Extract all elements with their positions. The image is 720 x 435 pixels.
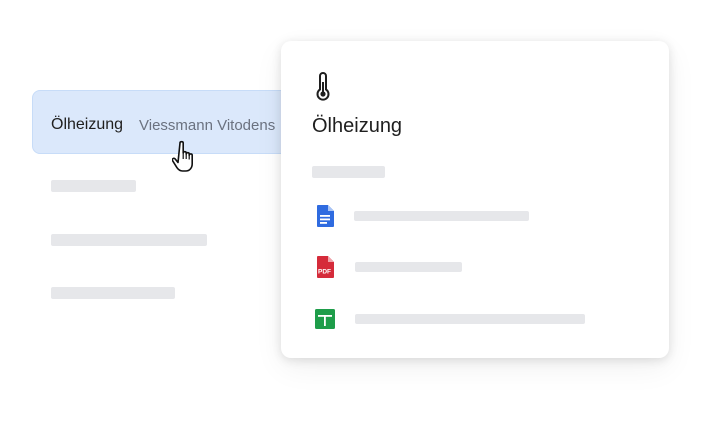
thermometer-icon <box>316 72 330 101</box>
list-item-placeholder[interactable] <box>51 287 175 299</box>
list-item-subtitle: Viessmann Vitodens <box>139 117 276 134</box>
list-item-placeholder[interactable] <box>51 180 136 192</box>
pdf-icon-label: PDF <box>318 269 331 276</box>
section-header-placeholder <box>312 166 385 178</box>
detail-card: Ölheizung PDF <box>281 41 669 358</box>
file-name-placeholder <box>354 211 529 221</box>
google-sheets-icon <box>315 309 335 329</box>
pdf-icon: PDF <box>317 256 334 278</box>
google-docs-icon <box>317 205 334 227</box>
hand-pointer-cursor-icon <box>172 140 193 172</box>
file-name-placeholder <box>355 314 585 324</box>
file-row-sheet[interactable] <box>313 307 643 331</box>
card-title: Ölheizung <box>312 115 403 137</box>
file-row-pdf[interactable]: PDF <box>313 255 643 279</box>
list-item-title: Ölheizung <box>51 116 124 133</box>
file-name-placeholder <box>355 262 462 272</box>
list-item-placeholder[interactable] <box>51 234 207 246</box>
file-row-doc[interactable] <box>313 204 643 228</box>
